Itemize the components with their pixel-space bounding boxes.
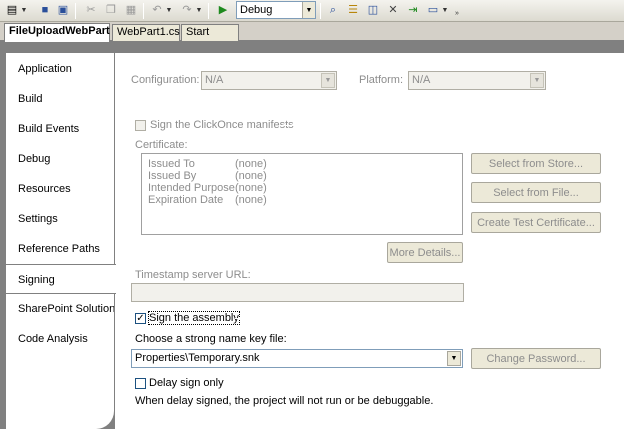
chevron-down-icon: ▼ xyxy=(321,73,335,88)
section-divider xyxy=(279,125,601,126)
nav-item-signing[interactable]: Signing xyxy=(6,264,116,294)
window-dropdown-icon[interactable]: ▼ xyxy=(441,3,449,18)
configuration-value: N/A xyxy=(205,74,224,86)
nav-item-label: Resources xyxy=(18,183,71,195)
certificate-row: Intended Purpose(none) xyxy=(148,182,267,194)
object-browser-icon[interactable]: ◫ xyxy=(364,2,382,19)
save-icon[interactable]: ■ xyxy=(36,2,54,19)
nav-item-label: SharePoint Solution xyxy=(18,303,116,315)
nav-item-build[interactable]: Build xyxy=(6,84,114,114)
nav-item-label: Settings xyxy=(18,213,58,225)
chevron-down-icon[interactable]: ▼ xyxy=(447,351,461,366)
nav-item-build-events[interactable]: Build Events xyxy=(6,114,114,144)
nav-item-resources[interactable]: Resources xyxy=(6,174,114,204)
undo-icon[interactable]: ↶ xyxy=(148,2,166,19)
create-test-certificate-button[interactable]: Create Test Certificate... xyxy=(471,212,601,233)
chevron-down-icon[interactable]: ▼ xyxy=(302,2,315,18)
signing-page: Configuration: N/A ▼ Platform: N/A ▼ Sig… xyxy=(114,53,624,429)
undo-dropdown-icon[interactable]: ▼ xyxy=(165,3,173,18)
sign-assembly-checkbox[interactable]: ✓ xyxy=(135,313,146,324)
toolbar-separator xyxy=(320,3,321,19)
nav-item-label: Application xyxy=(18,63,72,75)
select-from-store-button[interactable]: Select from Store... xyxy=(471,153,601,174)
toolbar-separator xyxy=(75,3,76,19)
toolbar-separator xyxy=(208,3,209,19)
nav-item-code-analysis[interactable]: Code Analysis xyxy=(6,324,114,354)
sign-clickonce-checkbox xyxy=(135,120,146,131)
nav-item-label: Debug xyxy=(18,153,51,165)
properties-nav: Application Build Build Events Debug Res… xyxy=(6,53,116,429)
cut-icon[interactable]: ✂ xyxy=(82,2,100,19)
select-from-file-button[interactable]: Select from File... xyxy=(471,182,601,203)
tab-start-page[interactable]: Start Page xyxy=(181,24,239,53)
nav-item-label: Build xyxy=(18,93,43,105)
standard-toolbar: ▤ ▼ ■ ▣ ✂ ❐ ▦ ↶ ▼ ↷ ▼ ▶ Debug ▼ ⌕ ☰ ◫ ✕ … xyxy=(0,0,624,22)
timestamp-url-input xyxy=(131,283,464,302)
delay-sign-checkbox[interactable] xyxy=(135,378,146,389)
add-item-dropdown-icon[interactable]: ▼ xyxy=(20,3,28,18)
save-all-icon[interactable]: ▣ xyxy=(54,2,72,19)
more-details-button[interactable]: More Details... xyxy=(387,242,463,263)
certificate-row: Issued To (none) xyxy=(148,158,267,170)
section-divider xyxy=(235,318,601,319)
properties-icon[interactable]: ☰ xyxy=(344,2,362,19)
window-icon[interactable]: ▭ xyxy=(424,2,442,19)
platform-combo: N/A ▼ xyxy=(408,71,546,90)
certificate-details-box: Issued To (none) Issued By (none) Intended… xyxy=(141,153,463,235)
nav-item-label: Signing xyxy=(18,274,55,286)
nav-item-application[interactable]: Application xyxy=(6,54,114,84)
toolbox-icon[interactable]: ✕ xyxy=(384,2,402,19)
paste-icon[interactable]: ▦ xyxy=(122,2,140,19)
solution-config-combo[interactable]: Debug ▼ xyxy=(236,1,316,19)
key-file-label: Choose a strong name key file: xyxy=(135,333,287,345)
change-password-button[interactable]: Change Password... xyxy=(471,348,601,369)
certificate-row: Expiration Date (none) xyxy=(148,194,267,206)
toolbar-separator xyxy=(143,3,144,19)
nav-item-settings[interactable]: Settings xyxy=(6,204,114,234)
nav-item-sharepoint-solution[interactable]: SharePoint Solution xyxy=(6,294,116,324)
solution-config-value: Debug xyxy=(240,4,273,16)
sign-assembly-label[interactable]: Sign the assembly xyxy=(148,311,240,325)
key-file-combo[interactable]: Properties\Temporary.snk ▼ xyxy=(131,349,463,368)
document-tabstrip: FileUploadWebPart WebPart1.cs Start Page xyxy=(0,22,624,53)
platform-label: Platform: xyxy=(359,74,404,86)
tab-webpart1-cs[interactable]: WebPart1.cs xyxy=(112,24,180,41)
sign-clickonce-label: Sign the ClickOnce manifests xyxy=(150,119,294,131)
nav-item-label: Code Analysis xyxy=(18,333,88,345)
key-file-value: Properties\Temporary.snk xyxy=(135,352,260,364)
copy-icon[interactable]: ❐ xyxy=(102,2,120,19)
delay-sign-label[interactable]: Delay sign only xyxy=(149,377,224,389)
publish-icon[interactable]: ⇥ xyxy=(404,2,422,19)
platform-value: N/A xyxy=(412,74,431,86)
nav-item-debug[interactable]: Debug xyxy=(6,144,114,174)
delay-sign-note: When delay signed, the project will not … xyxy=(135,395,434,407)
start-debug-icon[interactable]: ▶ xyxy=(214,2,232,19)
overflow-icon[interactable]: » xyxy=(453,6,461,21)
certificate-label: Certificate: xyxy=(135,139,188,151)
nav-item-label: Build Events xyxy=(18,123,80,135)
tab-fileuploadwebpart[interactable]: FileUploadWebPart xyxy=(4,23,110,42)
redo-dropdown-icon[interactable]: ▼ xyxy=(195,3,203,18)
nav-item-reference-paths[interactable]: Reference Paths xyxy=(6,234,114,264)
add-item-icon[interactable]: ▤ xyxy=(3,2,21,19)
configuration-label: Configuration: xyxy=(131,74,200,86)
nav-item-label: Reference Paths xyxy=(18,243,100,255)
chevron-down-icon: ▼ xyxy=(530,73,544,88)
redo-icon[interactable]: ↷ xyxy=(178,2,196,19)
project-properties-designer: Application Build Build Events Debug Res… xyxy=(0,41,624,429)
find-icon[interactable]: ⌕ xyxy=(324,2,342,19)
timestamp-url-label: Timestamp server URL: xyxy=(135,269,251,281)
certificate-row: Issued By (none) xyxy=(148,170,267,182)
configuration-combo: N/A ▼ xyxy=(201,71,337,90)
